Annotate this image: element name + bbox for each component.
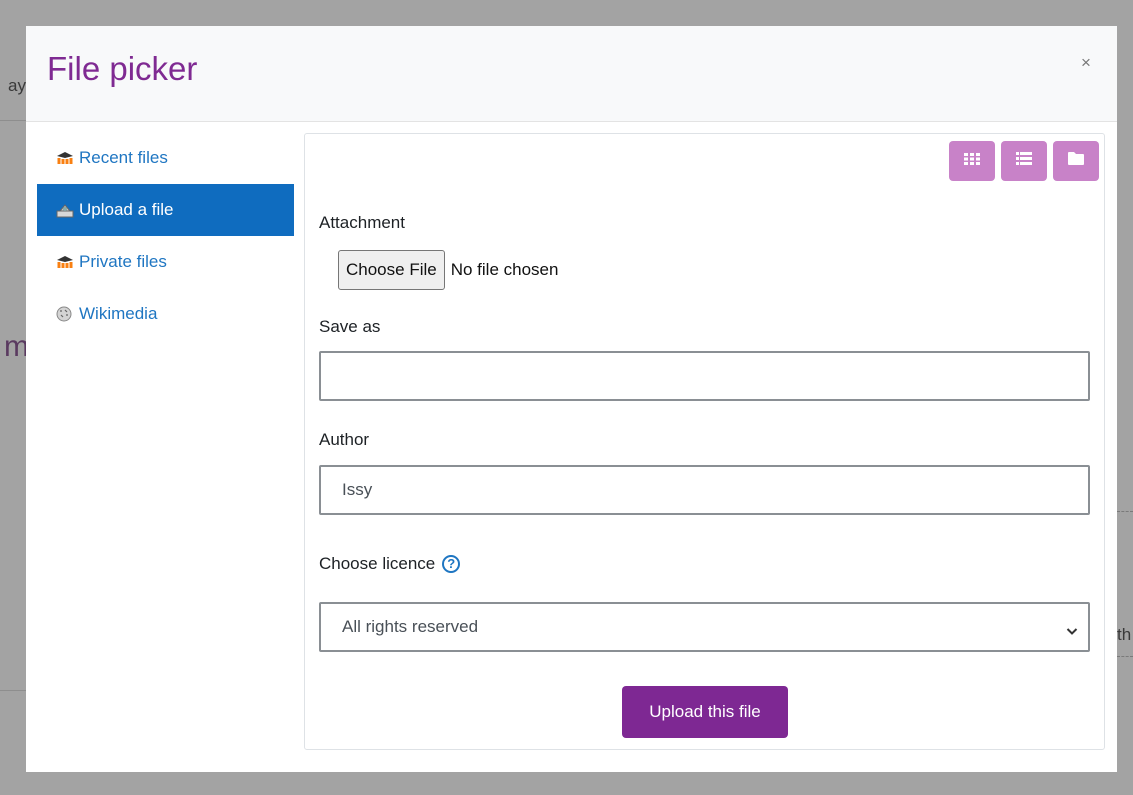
attachment-label: Attachment [319, 213, 405, 232]
choose-file-button[interactable]: Choose File [338, 250, 445, 290]
author-input[interactable] [319, 465, 1090, 515]
moodle-icon [56, 150, 74, 166]
sidebar-item-label: Wikimedia [79, 304, 158, 323]
sidebar-item-label: Upload a file [79, 200, 174, 219]
sidebar-item-private-files[interactable]: Private files [37, 236, 294, 288]
background-divider [1117, 656, 1133, 657]
chevron-down-icon [1066, 621, 1078, 641]
moodle-icon [56, 254, 74, 270]
upload-panel: Attachment Choose File No file chosen Sa… [304, 133, 1105, 750]
background-divider [1117, 511, 1133, 512]
grid-view-icon [964, 152, 980, 170]
dialog-title: File picker [47, 50, 198, 87]
list-view-button[interactable] [1001, 141, 1047, 181]
background-divider [0, 690, 26, 691]
upload-file-button[interactable]: Upload this file [622, 686, 788, 738]
file-picker-dialog: File picker × Recent files Upload a file [26, 26, 1117, 772]
background-text: th [1117, 625, 1132, 644]
sidebar-item-wikimedia[interactable]: Wikimedia [37, 288, 294, 340]
view-toggle-group [949, 141, 1099, 181]
wikimedia-icon [56, 306, 74, 322]
sidebar-item-recent-files[interactable]: Recent files [37, 132, 294, 184]
licence-selected-value: All rights reserved [342, 617, 479, 636]
save-as-input[interactable] [319, 351, 1090, 401]
grid-view-button[interactable] [949, 141, 995, 181]
help-icon[interactable]: ? [442, 554, 461, 573]
file-input-row: Choose File No file chosen [338, 250, 558, 290]
author-label: Author [319, 430, 370, 449]
licence-select[interactable]: All rights reserved [319, 602, 1090, 652]
sidebar-item-label: Recent files [79, 148, 168, 167]
sidebar-item-upload-a-file[interactable]: Upload a file [37, 184, 294, 236]
file-status-text: No file chosen [450, 260, 559, 279]
background-divider [0, 120, 26, 121]
folder-view-icon [1068, 152, 1084, 170]
background-text: ay [8, 76, 26, 95]
list-view-icon [1016, 152, 1032, 170]
repository-sidebar: Recent files Upload a file Private files [37, 132, 294, 340]
upload-icon [56, 202, 74, 218]
licence-label: Choose licence [319, 554, 436, 573]
dialog-header: File picker × [26, 26, 1117, 122]
sidebar-item-label: Private files [79, 252, 167, 271]
close-button[interactable]: × [1077, 54, 1095, 72]
folder-view-button[interactable] [1053, 141, 1099, 181]
save-as-label: Save as [319, 317, 381, 336]
licence-label-row: Choose licence? [319, 554, 461, 574]
